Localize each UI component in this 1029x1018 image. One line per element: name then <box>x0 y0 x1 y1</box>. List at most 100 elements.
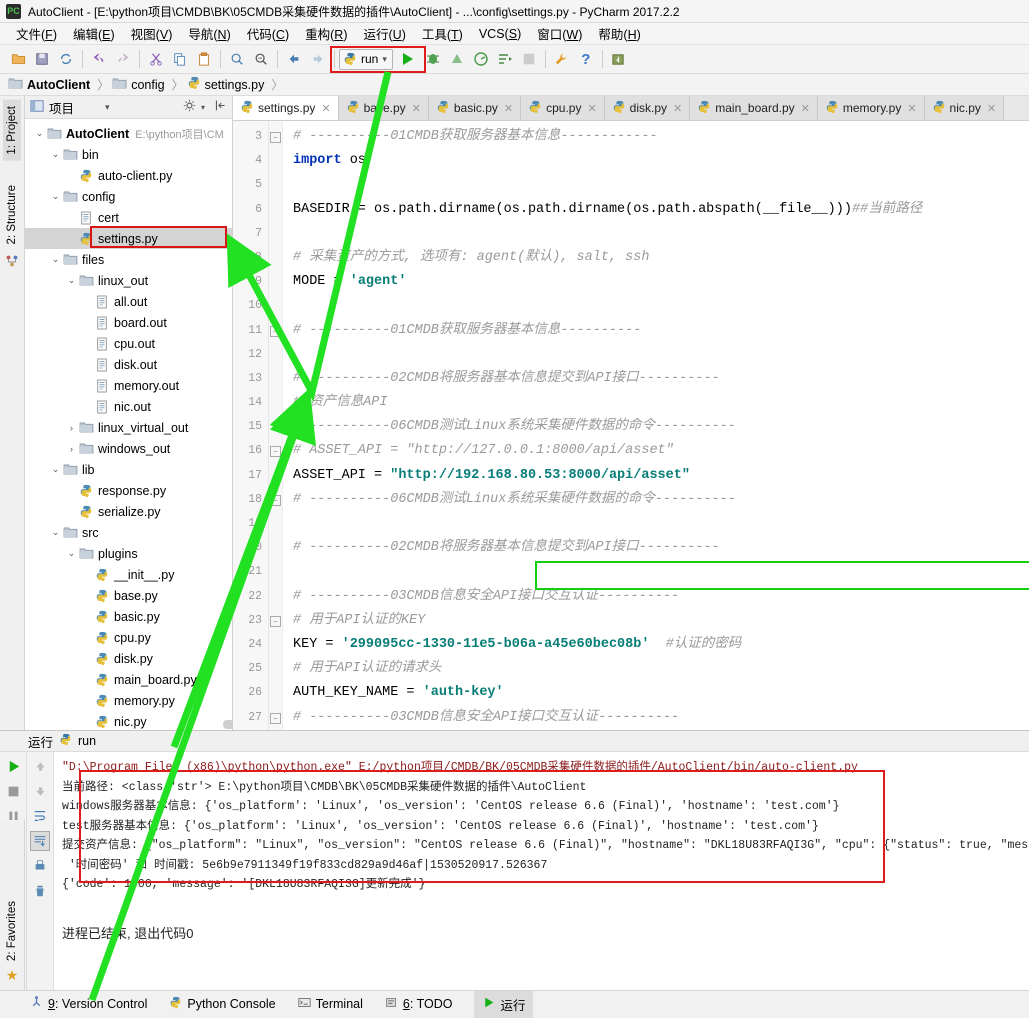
chevron-down-icon[interactable]: ▾ <box>105 102 110 113</box>
menu-item-运行[interactable]: 运行(U) <box>355 22 413 45</box>
close-icon[interactable]: ✕ <box>801 102 810 115</box>
tree-node-nic-py[interactable]: ·nic.py <box>25 711 232 730</box>
fold-toggle-icon[interactable]: − <box>269 439 282 463</box>
rerun-icon[interactable] <box>3 756 23 776</box>
code-line[interactable]: # ----------02CMDB将服务器基本信息提交到API接口------… <box>293 536 1029 560</box>
code-line[interactable]: # 资产信息API <box>293 391 1029 415</box>
run-button[interactable] <box>393 48 421 70</box>
chevron-down-icon[interactable]: ⌄ <box>49 149 62 160</box>
chevron-down-icon[interactable]: ⌄ <box>49 254 62 265</box>
fold-toggle-icon[interactable]: − <box>269 125 282 149</box>
tree-node-cpu-out[interactable]: ·cpu.out <box>25 333 232 354</box>
menu-item-视图[interactable]: 视图(V) <box>123 22 181 45</box>
code-line[interactable]: import os <box>293 149 1029 173</box>
save-all-icon[interactable] <box>30 48 54 70</box>
menu-item-编辑[interactable]: 编辑(E) <box>65 22 123 45</box>
profile-icon[interactable] <box>469 48 493 70</box>
code-line[interactable] <box>293 343 1029 367</box>
scroll-up-icon[interactable] <box>30 756 50 776</box>
code-line[interactable]: # ----------01CMDB获取服务器基本信息------------ <box>293 125 1029 149</box>
replace-icon[interactable] <box>249 48 273 70</box>
code-line[interactable]: BASEDIR = os.path.dirname(os.path.dirnam… <box>293 198 1029 222</box>
chevron-down-icon[interactable]: ⌄ <box>33 128 46 139</box>
code-line[interactable]: # 用于API认证的KEY <box>293 609 1029 633</box>
tree-node-plugins[interactable]: ⌄ plugins <box>25 543 232 564</box>
close-icon[interactable]: ✕ <box>504 102 513 115</box>
code-line[interactable] <box>293 294 1029 318</box>
editor-tab-basic-py[interactable]: basic.py ✕ <box>428 96 522 120</box>
tree-node-disk-out[interactable]: ·disk.out <box>25 354 232 375</box>
cut-icon[interactable] <box>144 48 168 70</box>
menu-item-工具[interactable]: 工具(T) <box>414 22 471 45</box>
soft-wrap-icon[interactable] <box>30 806 50 826</box>
close-icon[interactable]: ✕ <box>321 102 330 115</box>
tree-node-lib[interactable]: ⌄ lib <box>25 459 232 480</box>
console-output[interactable]: "D:\Program Files (x86)\python\python.ex… <box>54 752 1029 990</box>
settings-wrench-icon[interactable] <box>550 48 574 70</box>
editor-tab-settings-py[interactable]: settings.py ✕ <box>233 96 339 120</box>
code-line[interactable] <box>293 222 1029 246</box>
code-line[interactable]: # 采集资产的方式, 选项有: agent(默认), salt, ssh <box>293 246 1029 270</box>
scroll-down-icon[interactable] <box>30 781 50 801</box>
editor-tab-main_board-py[interactable]: main_board.py ✕ <box>690 96 818 120</box>
tree-node-AutoClient[interactable]: ⌄ AutoClient E:\python项目\CM <box>25 123 232 144</box>
tree-node-memory-py[interactable]: ·memory.py <box>25 690 232 711</box>
favorites-tool-tab[interactable]: 2: Favorites ★ <box>0 820 25 990</box>
chevron-down-icon[interactable]: ⌄ <box>65 548 78 559</box>
chevron-right-icon[interactable]: › <box>65 444 78 454</box>
tree-node-config[interactable]: ⌄ config <box>25 186 232 207</box>
sidebar-tab-structure[interactable]: 2: Structure <box>3 179 21 250</box>
code-line[interactable]: # ----------03CMDB信息安全API接口交互认证---------… <box>293 585 1029 609</box>
code-line[interactable]: # ----------02CMDB将服务器基本信息提交到API接口------… <box>293 367 1029 391</box>
tree-node-serialize-py[interactable]: ·serialize.py <box>25 501 232 522</box>
close-icon[interactable]: ✕ <box>587 102 596 115</box>
run-configuration-selector[interactable]: run ▾ <box>339 48 393 70</box>
close-icon[interactable]: ✕ <box>907 102 916 115</box>
stop-icon[interactable] <box>3 781 23 801</box>
help-icon[interactable]: ? <box>574 48 598 70</box>
editor-tab-memory-py[interactable]: memory.py ✕ <box>817 96 925 120</box>
fold-toggle-icon[interactable]: − <box>269 706 282 730</box>
tree-node-files[interactable]: ⌄ files <box>25 249 232 270</box>
source-code[interactable]: # ----------01CMDB获取服务器基本信息------------ i… <box>283 121 1029 730</box>
code-line[interactable]: # ----------06CMDB测试Linux系统采集硬件数据的命令----… <box>293 415 1029 439</box>
find-icon[interactable] <box>225 48 249 70</box>
tree-node-all-out[interactable]: ·all.out <box>25 291 232 312</box>
tree-node-linux-out[interactable]: ⌄ linux_out <box>25 270 232 291</box>
forward-icon[interactable] <box>306 48 330 70</box>
copy-icon[interactable] <box>168 48 192 70</box>
stop-icon[interactable] <box>493 48 517 70</box>
code-line[interactable] <box>293 512 1029 536</box>
trash-icon[interactable] <box>30 881 50 901</box>
tree-node-basic-py[interactable]: ·basic.py <box>25 606 232 627</box>
sidebar-tab-project[interactable]: 1: Project <box>3 100 21 161</box>
close-icon[interactable]: ✕ <box>673 102 682 115</box>
menu-item-窗口[interactable]: 窗口(W) <box>529 22 590 45</box>
code-line[interactable]: ASSET_API = "http://192.168.80.53:8000/a… <box>293 464 1029 488</box>
close-icon[interactable]: ✕ <box>412 102 421 115</box>
code-line[interactable]: # ----------03CMDB信息安全API接口交互认证---------… <box>293 706 1029 730</box>
tree-node-disk-py[interactable]: ·disk.py <box>25 648 232 669</box>
coverage-icon[interactable] <box>445 48 469 70</box>
tree-node-src[interactable]: ⌄ src <box>25 522 232 543</box>
tree-node-response-py[interactable]: ·response.py <box>25 480 232 501</box>
collapse-all-icon[interactable] <box>214 99 227 115</box>
chevron-right-icon[interactable]: › <box>65 423 78 433</box>
chevron-down-icon[interactable]: ▾ <box>201 103 205 112</box>
close-icon[interactable]: ✕ <box>987 102 996 115</box>
update-project-icon[interactable] <box>607 48 631 70</box>
tree-node-board-out[interactable]: ·board.out <box>25 312 232 333</box>
paste-icon[interactable] <box>192 48 216 70</box>
code-line[interactable]: AUTH_KEY_NAME = 'auth-key' <box>293 681 1029 705</box>
code-line[interactable]: # ASSET_API = "http://127.0.0.1:8000/api… <box>293 439 1029 463</box>
fold-toggle-icon[interactable]: − <box>269 319 282 343</box>
menu-item-文件[interactable]: 文件(F) <box>8 22 65 45</box>
code-fold-column[interactable]: − − − − − − <box>269 121 283 730</box>
tree-node-linux-virtual-out[interactable]: › linux_virtual_out <box>25 417 232 438</box>
fold-toggle-icon[interactable]: − <box>269 488 282 512</box>
tree-node---init---py[interactable]: ·__init__.py <box>25 564 232 585</box>
back-icon[interactable] <box>282 48 306 70</box>
gear-icon[interactable] <box>183 99 196 115</box>
debug-icon[interactable] <box>421 48 445 70</box>
project-tree[interactable]: ⌄ AutoClient E:\python项目\CM ⌄ bin ·auto-clien… <box>25 119 232 730</box>
